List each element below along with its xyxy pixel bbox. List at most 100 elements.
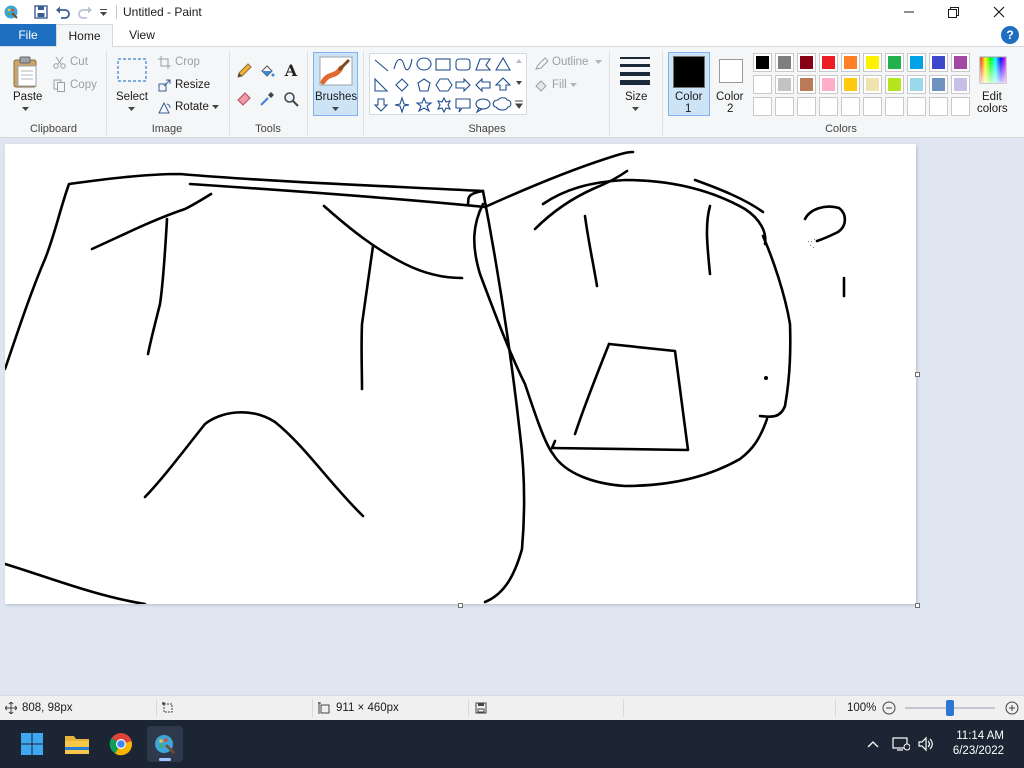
- palette-swatch[interactable]: [885, 97, 904, 116]
- brush-icon[interactable]: [318, 55, 354, 87]
- minimize-button[interactable]: [886, 0, 932, 24]
- system-clock[interactable]: 11:14 AM 6/23/2022: [953, 729, 1004, 759]
- palette-swatch-color: [866, 100, 879, 113]
- zoom-out-button[interactable]: [881, 700, 897, 716]
- resize-icon[interactable]: [157, 78, 171, 92]
- canvas-resize-handle-corner[interactable]: [915, 603, 920, 608]
- paint-app-icon[interactable]: [2, 3, 20, 21]
- brushes-dropdown-icon[interactable]: [331, 106, 339, 112]
- drawing-canvas[interactable]: [3, 144, 916, 606]
- status-separator: [468, 699, 469, 717]
- palette-swatch[interactable]: [863, 97, 882, 116]
- select-icon[interactable]: [115, 56, 149, 86]
- eraser-icon[interactable]: [235, 90, 253, 108]
- palette-swatch[interactable]: [797, 97, 816, 116]
- size-button[interactable]: Size: [625, 91, 647, 103]
- color1-swatch[interactable]: [673, 56, 705, 88]
- color2-swatch[interactable]: [719, 59, 743, 83]
- crop-icon: [157, 55, 171, 69]
- select-button[interactable]: Select: [116, 91, 148, 103]
- palette-swatch[interactable]: [797, 53, 816, 72]
- paste-dropdown-icon[interactable]: [21, 106, 29, 112]
- canvas-resize-handle-right[interactable]: [915, 372, 920, 377]
- color-picker-icon[interactable]: [258, 90, 276, 108]
- palette-swatch-color: [822, 56, 835, 69]
- palette-swatch[interactable]: [907, 97, 926, 116]
- save-icon[interactable]: [33, 3, 49, 21]
- shapes-scrollbar[interactable]: [512, 53, 526, 115]
- palette-swatch[interactable]: [929, 75, 948, 94]
- paste-icon[interactable]: [10, 53, 44, 91]
- zoom-slider-thumb[interactable]: [946, 700, 954, 716]
- ribbon-tabs: File Home View ?: [0, 24, 1024, 47]
- redo-icon[interactable]: [76, 3, 94, 21]
- palette-swatch[interactable]: [841, 75, 860, 94]
- chrome-icon[interactable]: [103, 726, 139, 762]
- palette-swatch[interactable]: [951, 53, 970, 72]
- network-icon[interactable]: [892, 735, 910, 753]
- palette-swatch[interactable]: [951, 97, 970, 116]
- tab-view[interactable]: View: [113, 24, 171, 46]
- palette-swatch-color: [756, 78, 769, 91]
- palette-swatch[interactable]: [775, 97, 794, 116]
- palette-swatch[interactable]: [841, 97, 860, 116]
- fill-bucket-icon[interactable]: [258, 62, 276, 80]
- customize-quick-access-icon[interactable]: [97, 3, 109, 21]
- image-group-label: Image: [151, 123, 183, 135]
- palette-swatch[interactable]: [819, 97, 838, 116]
- rotate-icon[interactable]: [157, 100, 171, 114]
- resize-button[interactable]: Resize: [175, 79, 210, 91]
- palette-swatch[interactable]: [929, 97, 948, 116]
- shapes-gallery-icons[interactable]: [372, 55, 516, 115]
- copy-icon: [52, 78, 66, 92]
- tab-home[interactable]: Home: [56, 24, 113, 47]
- magnifier-icon[interactable]: [282, 90, 300, 108]
- clock-date: 6/23/2022: [952, 745, 1004, 757]
- file-explorer-icon[interactable]: [59, 726, 95, 762]
- tab-file[interactable]: File: [0, 24, 56, 46]
- palette-swatch[interactable]: [775, 75, 794, 94]
- palette-swatch[interactable]: [863, 75, 882, 94]
- color2-label-line1[interactable]: Color: [716, 91, 743, 103]
- size-icon[interactable]: [618, 54, 652, 86]
- pencil-icon[interactable]: [235, 62, 253, 80]
- show-hidden-icons-icon[interactable]: [866, 737, 880, 751]
- help-button[interactable]: ?: [1001, 26, 1019, 44]
- start-button[interactable]: [14, 726, 50, 762]
- size-dropdown-icon[interactable]: [631, 106, 639, 112]
- palette-swatch[interactable]: [819, 75, 838, 94]
- palette-swatch[interactable]: [929, 53, 948, 72]
- palette-swatch[interactable]: [753, 97, 772, 116]
- palette-swatch[interactable]: [951, 75, 970, 94]
- rotate-dropdown-icon[interactable]: [211, 104, 219, 110]
- zoom-level: 100%: [847, 702, 877, 714]
- edit-colors-label-line1[interactable]: Edit: [982, 91, 1002, 103]
- shapes-gallery[interactable]: [369, 53, 527, 115]
- palette-swatch[interactable]: [797, 75, 816, 94]
- palette-swatch[interactable]: [907, 75, 926, 94]
- rotate-button[interactable]: Rotate: [175, 101, 209, 113]
- zoom-slider-track[interactable]: [905, 700, 995, 716]
- maximize-button[interactable]: [930, 0, 976, 24]
- shapes-group-label: Shapes: [468, 123, 506, 135]
- palette-swatch[interactable]: [885, 53, 904, 72]
- palette-swatch[interactable]: [819, 53, 838, 72]
- text-tool-icon[interactable]: A: [282, 61, 300, 80]
- select-dropdown-icon[interactable]: [127, 106, 135, 112]
- volume-icon[interactable]: [917, 735, 935, 753]
- edit-colors-icon[interactable]: [978, 55, 1008, 85]
- palette-swatch[interactable]: [841, 53, 860, 72]
- paste-button[interactable]: Paste: [13, 91, 42, 103]
- palette-swatch[interactable]: [753, 53, 772, 72]
- palette-swatch-color: [888, 56, 901, 69]
- palette-swatch[interactable]: [863, 53, 882, 72]
- zoom-in-button[interactable]: [1004, 700, 1020, 716]
- paint-taskbar-icon[interactable]: [147, 726, 183, 762]
- palette-swatch[interactable]: [775, 53, 794, 72]
- canvas-resize-handle-bottom[interactable]: [458, 603, 463, 608]
- palette-swatch[interactable]: [753, 75, 772, 94]
- palette-swatch[interactable]: [885, 75, 904, 94]
- undo-icon[interactable]: [54, 3, 72, 21]
- palette-swatch[interactable]: [907, 53, 926, 72]
- close-button[interactable]: [976, 0, 1022, 24]
